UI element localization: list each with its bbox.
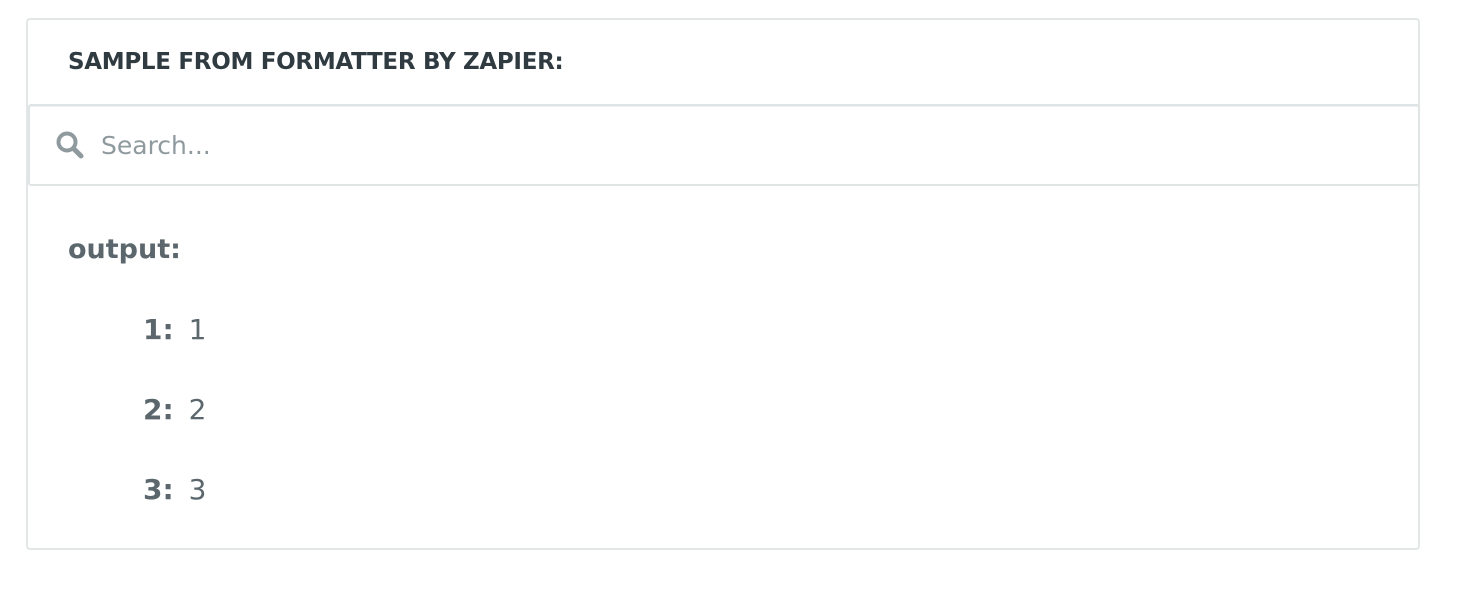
panel-title: SAMPLE FROM FORMATTER BY ZAPIER:	[68, 49, 564, 75]
output-item: 3: 3	[143, 470, 206, 510]
search-input[interactable]	[101, 125, 1301, 165]
output-item-value: 1	[188, 313, 207, 346]
output-item-key: 1:	[143, 313, 174, 346]
sample-panel: SAMPLE FROM FORMATTER BY ZAPIER: output:…	[26, 18, 1420, 550]
panel-header: SAMPLE FROM FORMATTER BY ZAPIER:	[28, 20, 1418, 104]
output-label: output:	[68, 234, 181, 265]
output-item: 1: 1	[143, 310, 206, 350]
output-item-key: 2:	[143, 393, 174, 426]
output-item-value: 2	[188, 393, 207, 426]
output-item-key: 3:	[143, 473, 174, 506]
search-icon	[55, 130, 85, 160]
output-item: 2: 2	[143, 390, 206, 430]
output-section: output:	[68, 220, 181, 280]
search-box[interactable]	[28, 104, 1420, 186]
output-item-value: 3	[188, 473, 207, 506]
